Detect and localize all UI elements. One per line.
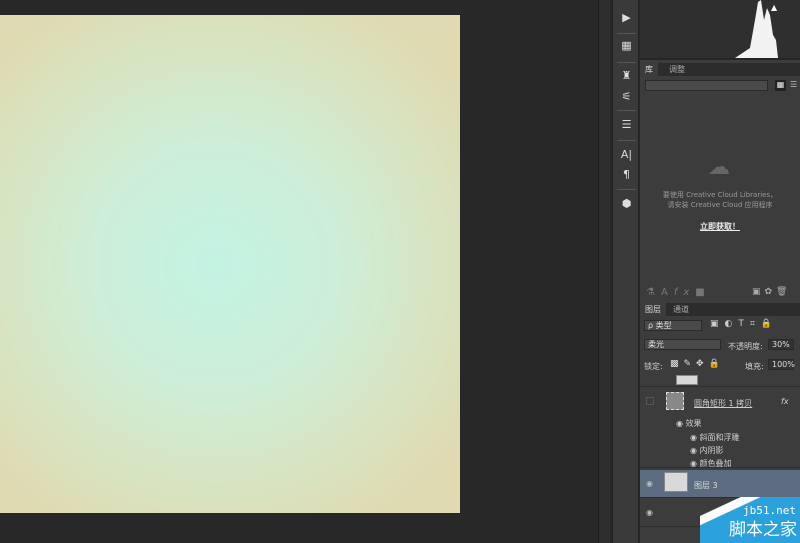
warning-icon[interactable]: ▲ (771, 3, 778, 12)
effect-item[interactable]: ◉ 斜面和浮雕 (690, 432, 740, 443)
divider (617, 33, 636, 34)
effects-text: 效果 (685, 419, 702, 428)
effect-name: 内阴影 (699, 446, 724, 455)
divider (617, 140, 636, 141)
creative-cloud-icon: ☁ (708, 155, 730, 180)
effects-label[interactable]: ◉ 效果 (676, 418, 702, 429)
library-actions-icons[interactable]: ▣✿🗑 (752, 287, 791, 297)
blend-mode-select[interactable]: 柔光 (644, 339, 721, 350)
vertical-scrollbar[interactable] (598, 0, 610, 543)
layer-thumbnail (666, 392, 684, 410)
library-add-icons[interactable]: ⚗Afx■ (646, 287, 711, 298)
layer-row[interactable]: 圆角矩形 1 拷贝 fx ◉ 效果 ◉ 斜面和浮雕 ◉ 内阴影 ◉ 颜色叠加 (640, 388, 800, 468)
fx-icon[interactable]: fx (781, 397, 789, 406)
effect-name: 颜色叠加 (699, 459, 732, 468)
layer-filter-icons[interactable]: ▣◐T⌗🔒 (710, 319, 778, 329)
library-select[interactable] (645, 80, 768, 91)
layer-name[interactable]: 圆角矩形 1 拷贝 (694, 398, 752, 409)
visibility-toggle[interactable] (646, 397, 654, 405)
document-canvas[interactable] (0, 15, 460, 513)
fill-input[interactable]: 100% (768, 359, 795, 370)
clone-source-icon[interactable]: ♜ (613, 67, 640, 85)
tab-libraries[interactable]: 库 (640, 63, 658, 76)
tab-channels[interactable]: 通道 (668, 303, 694, 316)
layer-row-selected[interactable]: ◉ 图层 3 (640, 470, 800, 498)
character-icon[interactable]: A| (613, 146, 640, 164)
effect-item[interactable]: ◉ 颜色叠加 (690, 458, 732, 469)
divider (617, 62, 636, 63)
layer-thumbnail (676, 375, 698, 385)
layer-row-partial[interactable] (640, 373, 800, 387)
eye-icon[interactable]: ◉ (690, 446, 700, 455)
libraries-message-1: 要使用 Creative Cloud Libraries， (662, 191, 778, 199)
eye-icon[interactable]: ◉ (676, 419, 686, 428)
eye-icon[interactable]: ◉ (646, 508, 653, 517)
panel-dock-toolstrip: ▶ ▦ ♜ ⚟ ☰ A| ¶ ⬢ (612, 0, 639, 543)
layer-comp-icon[interactable]: ☰ (613, 116, 640, 134)
libraries-message-2: 请安装 Creative Cloud 应用程序 (667, 201, 773, 209)
paragraph-icon[interactable]: ¶ (613, 166, 640, 184)
layer-thumbnail (664, 472, 688, 492)
list-view-icon[interactable]: ☰ (790, 80, 800, 91)
tab-adjustments[interactable]: 调整 (664, 63, 690, 76)
divider (617, 189, 636, 190)
play-icon[interactable]: ▶ (613, 9, 640, 27)
opacity-label: 不透明度: (728, 342, 763, 351)
fill-label: 填充: (745, 362, 764, 371)
layers-tabbar: 图层 通道 (640, 303, 800, 316)
filter-kind-select[interactable]: ρ 类型 (644, 320, 702, 331)
divider (617, 110, 636, 111)
opacity-input[interactable]: 30% (768, 339, 794, 350)
eye-icon[interactable]: ◉ (690, 433, 700, 442)
right-panels: ▲ 库 调整 ▦ ☰ ☁ 要使用 Creative Cloud Librarie… (640, 0, 800, 543)
lock-label: 锁定: (644, 362, 663, 371)
histogram-panel: ▲ (640, 0, 800, 60)
effect-name: 斜面和浮雕 (699, 433, 740, 442)
get-now-link[interactable]: 立即获取！ (640, 221, 800, 232)
3d-icon[interactable]: ⬢ (613, 195, 640, 213)
effect-item[interactable]: ◉ 内阴影 (690, 445, 724, 456)
tab-layers[interactable]: 图层 (640, 303, 666, 316)
eye-icon[interactable]: ◉ (646, 479, 653, 488)
eye-icon[interactable]: ◉ (690, 459, 700, 468)
tool-preset-icon[interactable]: ⚟ (613, 88, 640, 106)
brush-preset-icon[interactable]: ▦ (613, 37, 640, 55)
lock-icons[interactable]: ▩✎✥🔒 (670, 359, 725, 369)
grid-view-icon[interactable]: ▦ (775, 80, 786, 91)
layer-row[interactable]: ◉ (640, 499, 800, 527)
layer-name[interactable]: 图层 3 (694, 480, 718, 491)
libraries-tabbar: 库 调整 (640, 63, 800, 76)
histogram-graph: ▲ (735, 0, 778, 58)
